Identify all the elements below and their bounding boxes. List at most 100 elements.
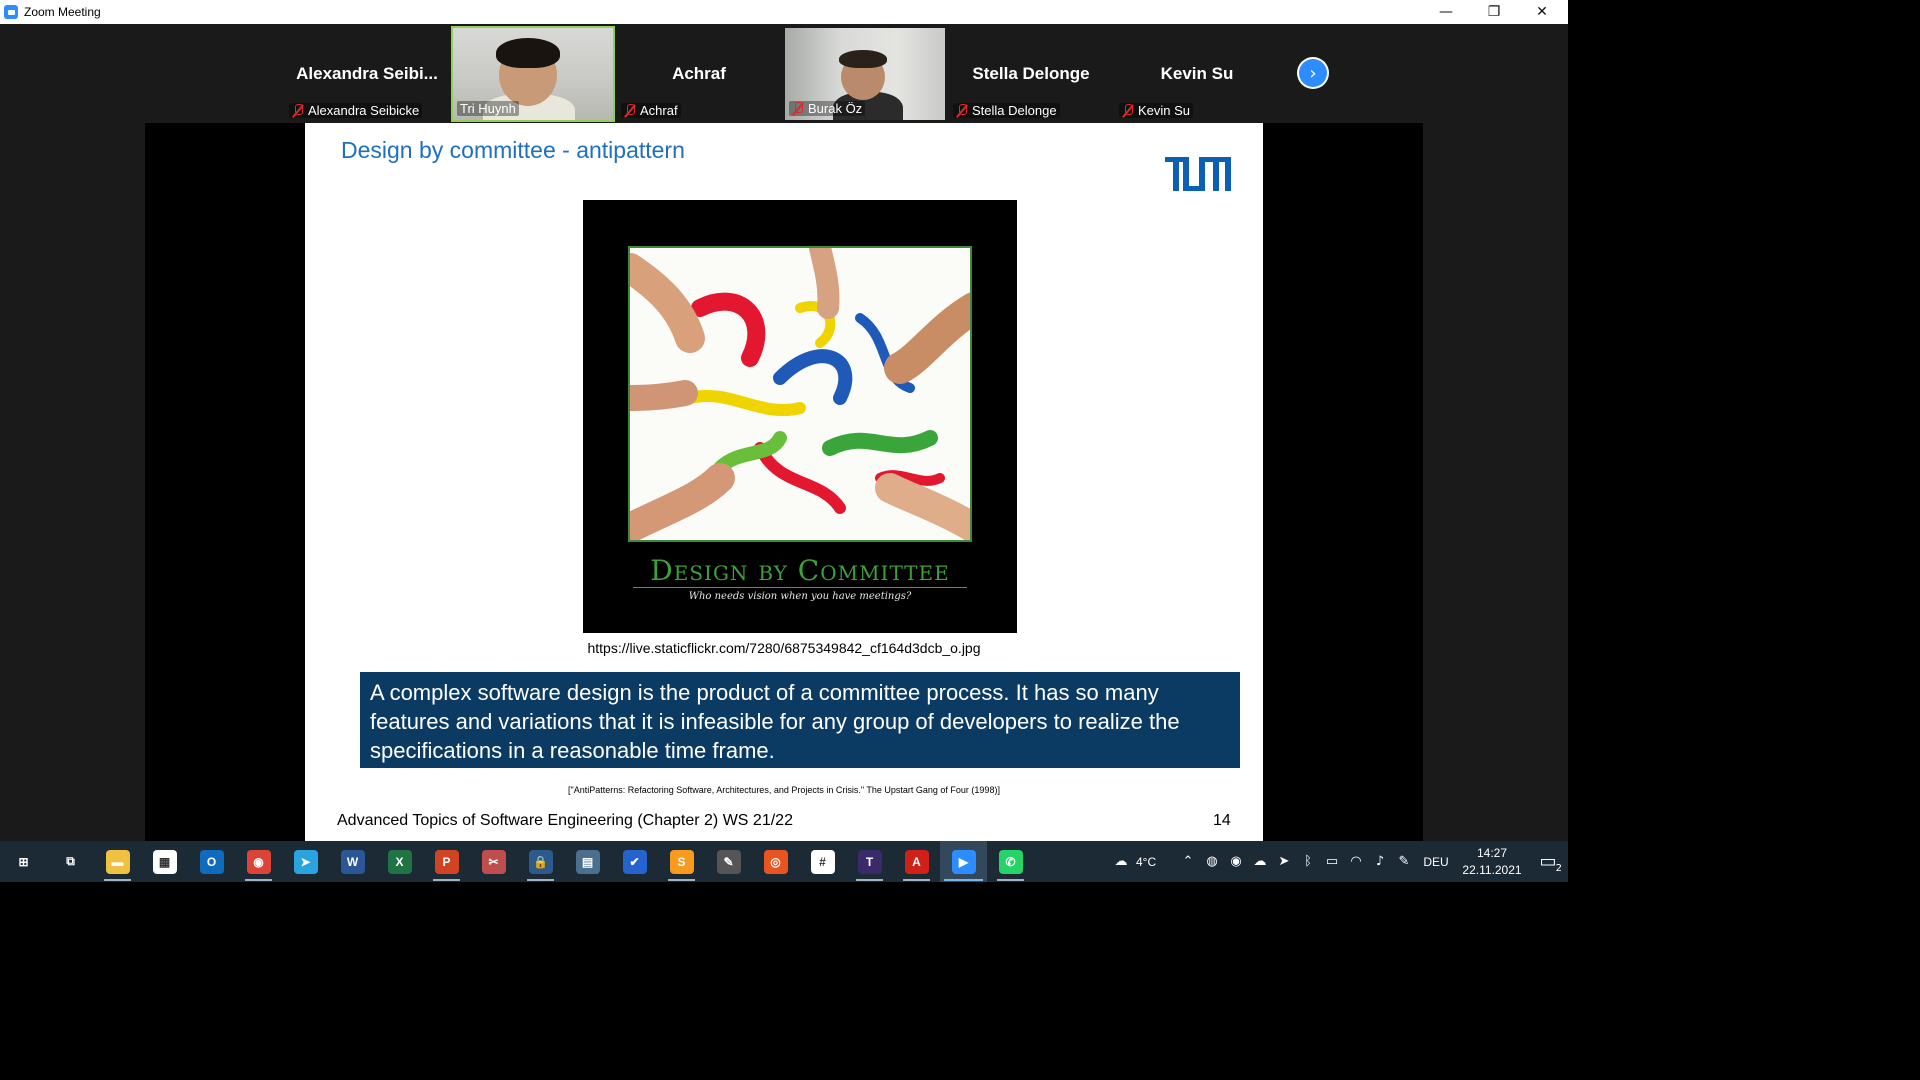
notifications-icon[interactable]: ▭ 2 <box>1528 841 1568 882</box>
whatsapp-icon: ✆ <box>998 849 1023 874</box>
task-view-button-icon: ⧉ <box>66 854 75 868</box>
close-button[interactable]: ✕ <box>1518 0 1566 24</box>
telegram-tray-icon[interactable]: ➤ <box>1272 841 1296 882</box>
taskbar-microsoft-store[interactable]: ▦ <box>141 841 188 882</box>
poster-subtitle: Who needs vision when you have meetings? <box>688 591 912 602</box>
participant-tile[interactable]: Achraf Achraf <box>617 26 781 122</box>
file-explorer-icon: ▬ <box>105 849 130 874</box>
slide-footer: Advanced Topics of Software Engineering … <box>337 812 793 829</box>
inkscape-icon: ✎ <box>716 849 741 874</box>
shared-screen: Design by committee - antipattern Design… <box>145 123 1423 841</box>
weather-temperature[interactable]: 4°C <box>1136 855 1176 869</box>
participant-tile[interactable]: Stella Delonge Stella Delonge <box>949 26 1113 122</box>
restore-button[interactable]: ❐ <box>1470 0 1518 24</box>
texstudio-icon: T <box>857 849 882 874</box>
word-icon: W <box>340 849 365 874</box>
taskbar-task-view-button[interactable]: ⧉ <box>47 841 94 882</box>
taskbar-excel[interactable]: X <box>376 841 423 882</box>
taskbar-apps: ⊞ ⧉ ▬ ▦ O ◉ ➤ W X P ✂ 🔒 ▤ ✔ S ✎ ◎ # T A ▶ ✆ <box>0 841 1034 882</box>
participant-video-feed <box>496 38 560 68</box>
taskbar-texstudio[interactable]: T <box>846 841 893 882</box>
taskbar-sublime-text[interactable]: S <box>658 841 705 882</box>
slack-icon: # <box>810 849 835 874</box>
taskbar-file-explorer[interactable]: ▬ <box>94 841 141 882</box>
zoom-icon: ▶ <box>951 849 976 874</box>
participant-video-tile[interactable]: Burak Öz <box>783 26 947 122</box>
participant-video-tile[interactable]: Tri Huynh <box>451 26 615 122</box>
citation-text: ["AntiPatterns: Refactoring Software, Ar… <box>568 785 1000 795</box>
participant-label: Kevin Su <box>1119 103 1194 118</box>
taskbar-clock[interactable]: 14:27 22.11.2021 <box>1456 845 1528 879</box>
taskbar-acrobat[interactable]: A <box>893 841 940 882</box>
meeting-stage: Alexandra Seibi... Alexandra Seibicke Tr… <box>0 24 1568 841</box>
bluetooth-icon[interactable]: ᛒ <box>1296 841 1320 882</box>
taskbar-word[interactable]: W <box>329 841 376 882</box>
participant-strip: Alexandra Seibi... Alexandra Seibicke Tr… <box>285 26 1279 122</box>
taskbar-outlook[interactable]: O <box>188 841 235 882</box>
taskbar-start-button[interactable]: ⊞ <box>0 841 47 882</box>
taskbar-inkscape[interactable]: ✎ <box>705 841 752 882</box>
participant-label: Burak Öz <box>789 101 866 116</box>
discord-icon[interactable]: ◍ <box>1200 841 1224 882</box>
outlook-icon: O <box>199 849 224 874</box>
painting-hands-illustration <box>630 248 970 540</box>
minimize-button[interactable]: — <box>1422 0 1470 24</box>
clock-time: 14:27 <box>1476 845 1508 860</box>
notification-center-icon: ▭ <box>1539 851 1557 872</box>
participant-name: Burak Öz <box>808 101 863 116</box>
taskbar-whatsapp[interactable]: ✆ <box>987 841 1034 882</box>
participant-name: Alexandra Seibicke <box>308 103 420 118</box>
muted-microphone-icon <box>624 103 636 118</box>
slide-page-number: 14 <box>1213 812 1231 829</box>
image-source-url: https://live.staticflickr.com/7280/68753… <box>587 640 981 656</box>
window-title: Zoom Meeting <box>24 5 101 19</box>
wifi-icon[interactable]: ◠ <box>1344 841 1368 882</box>
taskbar-telegram[interactable]: ➤ <box>282 841 329 882</box>
taskbar-slack[interactable]: # <box>799 841 846 882</box>
volume-icon[interactable]: ♪ <box>1368 841 1392 882</box>
participant-display-name: Achraf <box>672 64 726 83</box>
onedrive-icon[interactable]: ☁ <box>1248 841 1272 882</box>
weather-cloud-icon[interactable]: ☁ <box>1106 841 1136 882</box>
ubuntu-icon: ◎ <box>763 849 788 874</box>
notification-count: 2 <box>1555 863 1562 874</box>
pen-icon[interactable]: ✎ <box>1392 841 1416 882</box>
chevron-up-icon[interactable]: ⌃ <box>1176 841 1200 882</box>
todo-icon: ✔ <box>622 849 647 874</box>
participant-label: Stella Delonge <box>953 103 1060 118</box>
sublime-text-icon: S <box>669 849 694 874</box>
input-language[interactable]: DEU <box>1416 855 1456 869</box>
clock-date: 22.11.2021 <box>1462 862 1522 877</box>
design-by-committee-poster: Design by Committee Who needs vision whe… <box>583 200 1017 633</box>
participant-tile[interactable]: Kevin Su Kevin Su <box>1115 26 1279 122</box>
muted-microphone-icon <box>792 101 804 116</box>
participant-tile[interactable]: Alexandra Seibi... Alexandra Seibicke <box>285 26 449 122</box>
battery-icon[interactable]: ▭ <box>1320 841 1344 882</box>
chrome-tray-icon[interactable]: ◉ <box>1224 841 1248 882</box>
taskbar-keepass[interactable]: 🔒 <box>517 841 564 882</box>
zoom-app-icon <box>4 5 18 19</box>
presentation-slide: Design by committee - antipattern Design… <box>305 123 1263 841</box>
keepass-icon: 🔒 <box>528 849 553 874</box>
participant-label: Tri Huynh <box>457 101 519 116</box>
acrobat-icon: A <box>904 849 929 874</box>
powerpoint-icon: P <box>434 849 459 874</box>
taskbar-zoom[interactable]: ▶ <box>940 841 987 882</box>
taskbar-calculator[interactable]: ▤ <box>564 841 611 882</box>
start-button-icon: ⊞ <box>18 854 29 869</box>
participant-video-feed <box>839 50 887 68</box>
participant-name: Kevin Su <box>1138 103 1191 118</box>
snipping-tool-icon: ✂ <box>481 849 506 874</box>
taskbar-snipping-tool[interactable]: ✂ <box>470 841 517 882</box>
next-participants-button[interactable]: › <box>1297 57 1329 89</box>
poster-title: Design by Committee <box>650 554 950 587</box>
microsoft-store-icon: ▦ <box>152 849 177 874</box>
taskbar-todo[interactable]: ✔ <box>611 841 658 882</box>
system-tray: ☁ 4°C ⌃ ◍ ◉ ☁ ➤ ᛒ ▭ ◠ ♪ ✎ DEU 14:27 22.1… <box>1106 841 1568 882</box>
participant-display-name: Alexandra Seibi... <box>296 64 438 83</box>
taskbar-chrome[interactable]: ◉ <box>235 841 282 882</box>
tum-logo-icon <box>1165 157 1231 191</box>
taskbar-powerpoint[interactable]: P <box>423 841 470 882</box>
taskbar-ubuntu[interactable]: ◎ <box>752 841 799 882</box>
telegram-icon: ➤ <box>293 849 318 874</box>
